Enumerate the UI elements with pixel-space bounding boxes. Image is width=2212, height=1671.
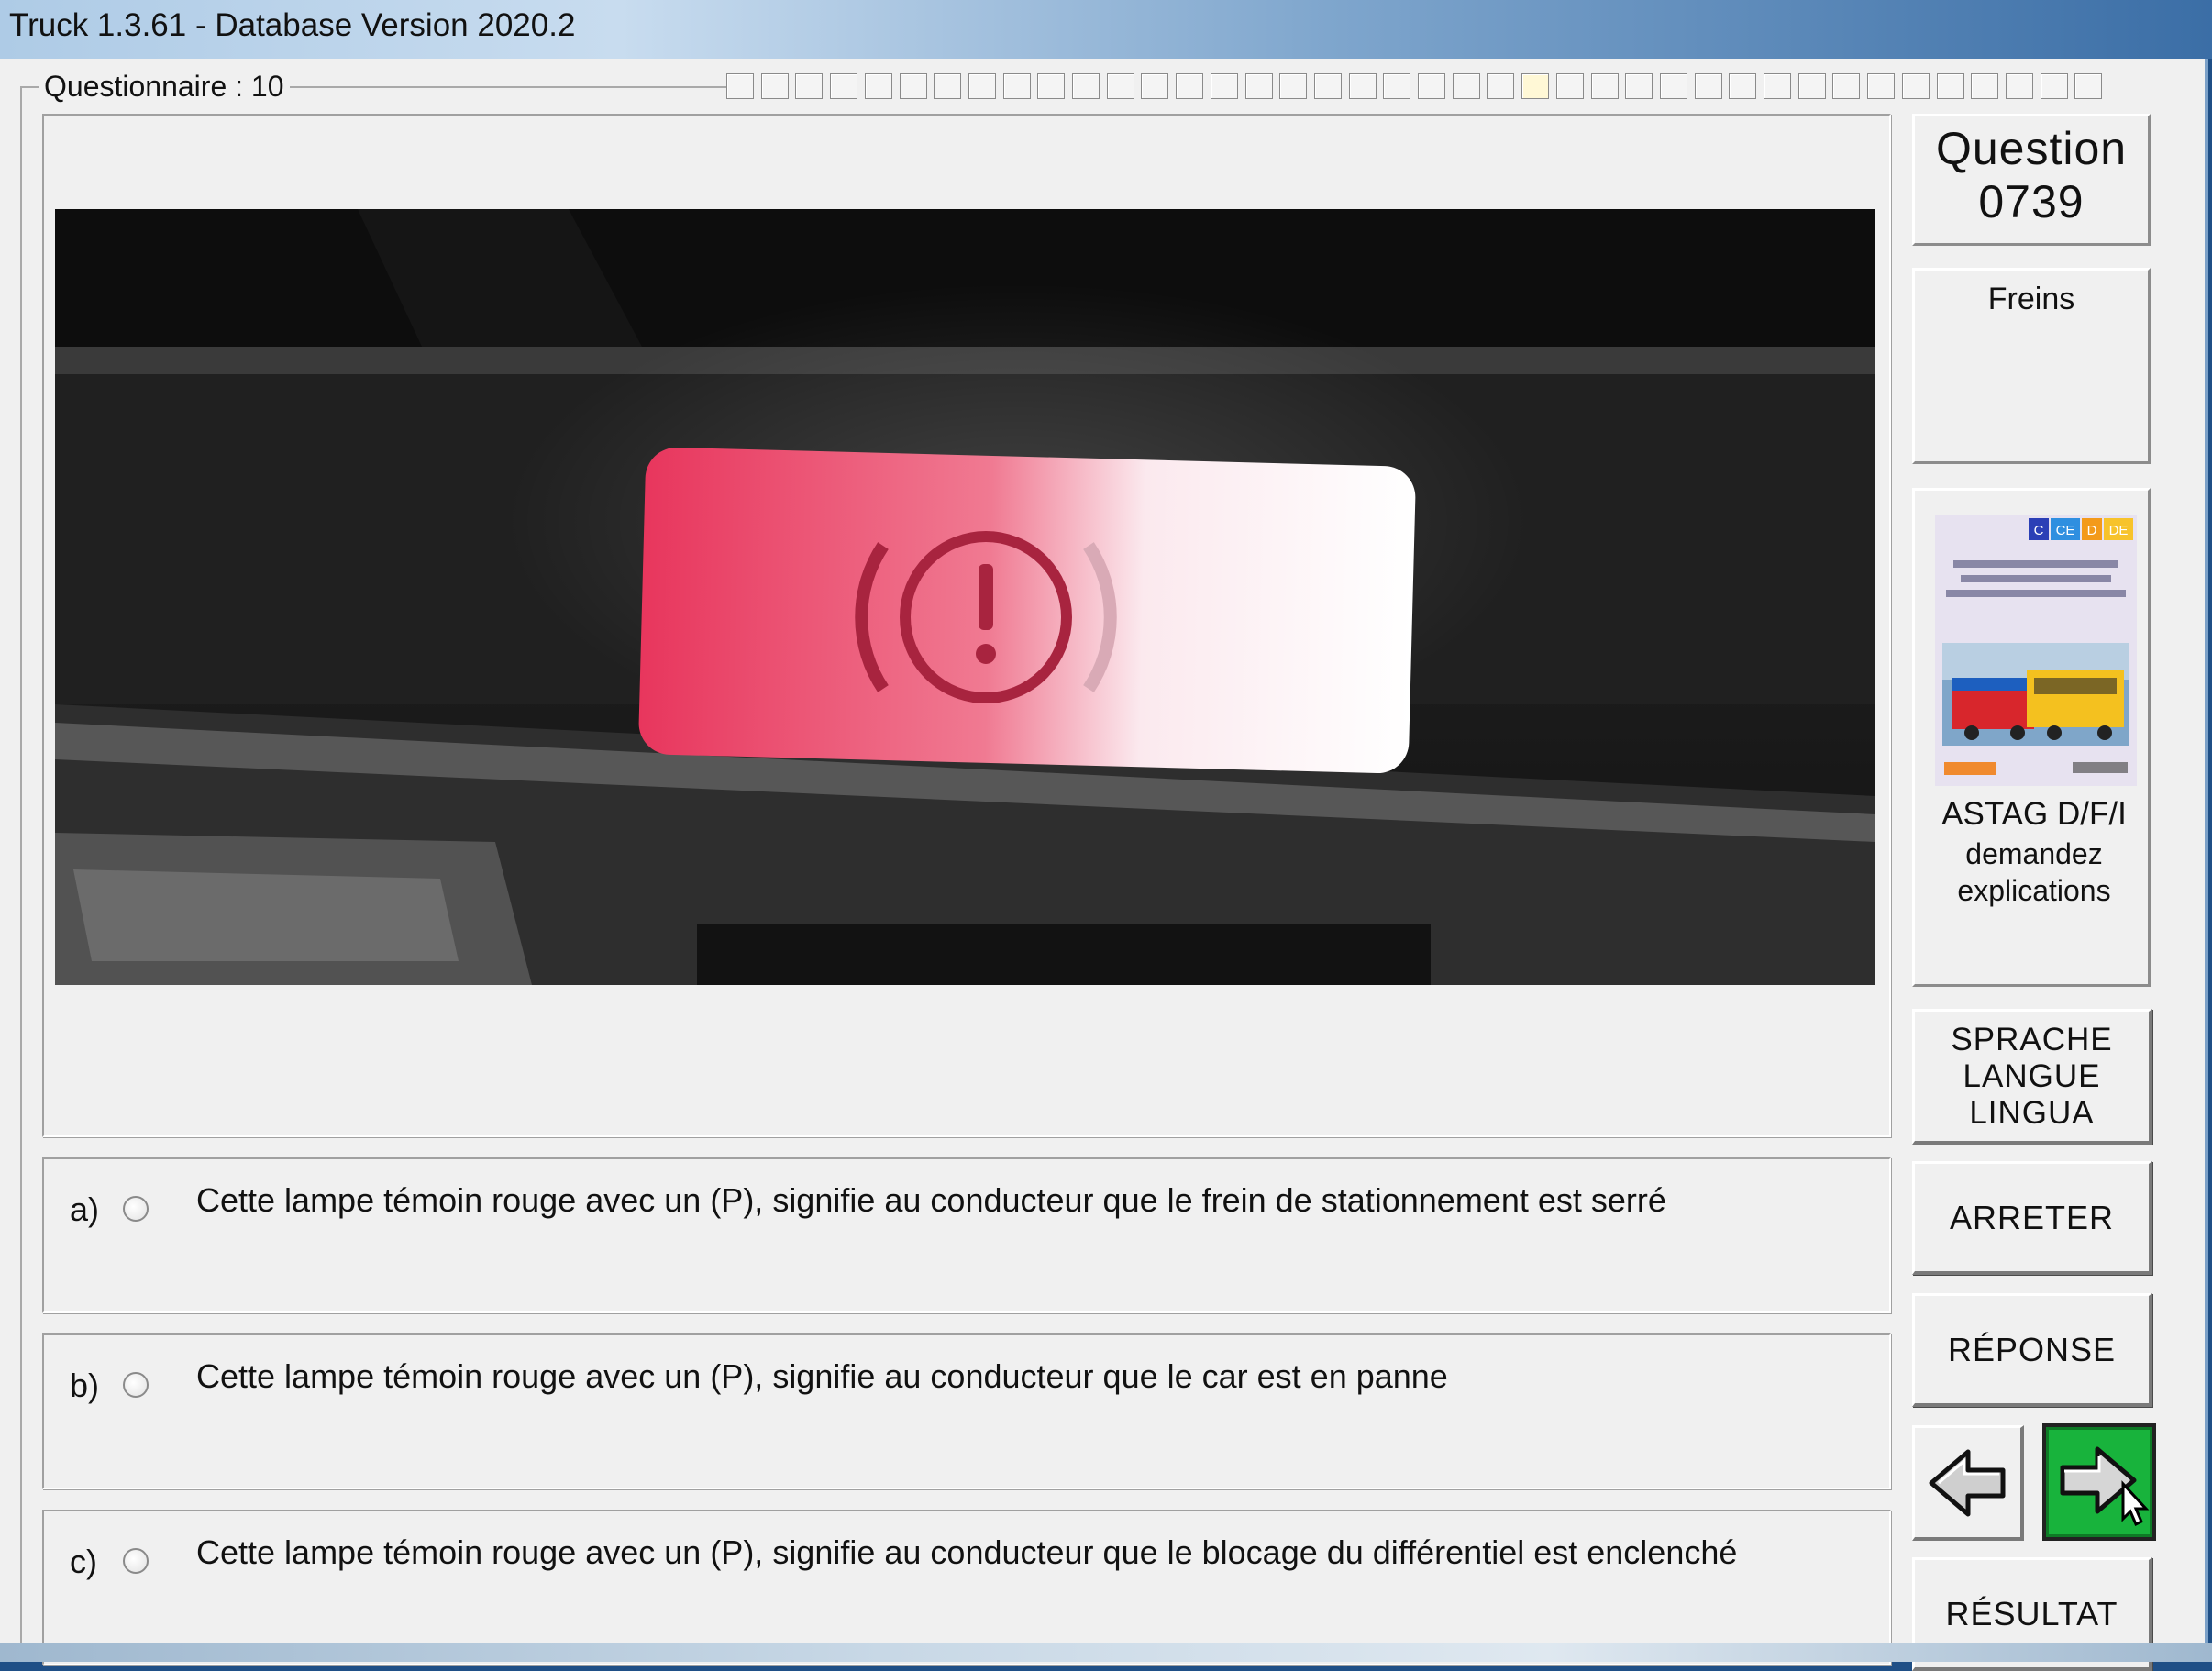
answer-letter: a) xyxy=(70,1190,100,1228)
book-badge-text: DE xyxy=(2109,523,2129,538)
answer-letter: b) xyxy=(70,1367,100,1404)
book-badge-text: CE xyxy=(2056,523,2075,538)
book-explanation-panel[interactable]: C CE D DE ASTAG D/F/I demandez explicati… xyxy=(1912,488,2151,987)
answer-option-b[interactable]: b) Cette lampe témoin rouge avec un (P),… xyxy=(42,1333,1891,1489)
progress-segment xyxy=(934,73,961,99)
question-progress-bar xyxy=(726,73,2109,101)
progress-segment xyxy=(1003,73,1031,99)
progress-segment xyxy=(1245,73,1273,99)
progress-segment xyxy=(761,73,789,99)
answer-text: Cette lampe témoin rouge avec un (P), si… xyxy=(196,1357,1448,1395)
question-number: 0739 xyxy=(1978,176,2085,227)
arrow-right-icon xyxy=(2060,1446,2150,1527)
question-label: Question xyxy=(1935,123,2128,174)
progress-segment xyxy=(1971,73,1998,99)
progress-segment xyxy=(968,73,996,99)
progress-segment xyxy=(1314,73,1342,99)
progress-segment xyxy=(830,73,857,99)
progress-segment xyxy=(1937,73,1964,99)
group-border-left xyxy=(20,86,22,1645)
progress-segment xyxy=(1695,73,1722,99)
book-subtitle-line1: demandez xyxy=(1965,837,2103,870)
brake-warning-lamp-image xyxy=(55,209,1875,985)
progress-segment xyxy=(726,73,754,99)
next-button[interactable] xyxy=(2042,1423,2156,1541)
progress-segment xyxy=(1660,73,1687,99)
progress-segment xyxy=(1521,73,1549,99)
mouse-cursor-icon xyxy=(2121,1480,2150,1527)
book-subtitle-line2: explications xyxy=(1957,874,2111,907)
progress-segment xyxy=(2074,73,2102,99)
question-category-box: Freins xyxy=(1912,268,2151,464)
language-label-it: LINGUA xyxy=(1969,1094,2095,1131)
progress-segment xyxy=(1764,73,1791,99)
answer-b-radio[interactable] xyxy=(123,1372,149,1398)
question-category: Freins xyxy=(1987,282,2075,316)
progress-segment xyxy=(1211,73,1238,99)
progress-segment xyxy=(2041,73,2068,99)
progress-segment xyxy=(865,73,892,99)
progress-segment xyxy=(1176,73,1203,99)
previous-button[interactable] xyxy=(1912,1425,2024,1541)
progress-segment xyxy=(900,73,927,99)
progress-segment xyxy=(1867,73,1895,99)
progress-segment xyxy=(1625,73,1653,99)
progress-segment xyxy=(1107,73,1134,99)
progress-segment xyxy=(1349,73,1377,99)
taskbar-strip xyxy=(0,1643,2212,1662)
progress-segment xyxy=(1729,73,1756,99)
progress-segment xyxy=(1279,73,1307,99)
progress-segment xyxy=(1556,73,1584,99)
language-button[interactable]: SPRACHE LANGUE LINGUA xyxy=(1912,1009,2152,1145)
progress-segment xyxy=(1383,73,1410,99)
questionnaire-label: Questionnaire : 10 xyxy=(39,70,290,104)
answer-option-c[interactable]: c) Cette lampe témoin rouge avec un (P),… xyxy=(42,1510,1891,1665)
progress-segment xyxy=(1141,73,1168,99)
book-cover-image: C CE D DE xyxy=(1935,515,2137,786)
title-bar: Truck 1.3.61 - Database Version 2020.2 xyxy=(0,0,2212,59)
progress-segment xyxy=(1037,73,1065,99)
answer-letter: c) xyxy=(70,1543,97,1580)
progress-segment xyxy=(1591,73,1619,99)
progress-segment xyxy=(1902,73,1930,99)
book-badge-text: C xyxy=(2034,523,2044,538)
answer-a-radio[interactable] xyxy=(123,1196,149,1222)
answer-option-a[interactable]: a) Cette lampe témoin rouge avec un (P),… xyxy=(42,1157,1891,1313)
progress-segment xyxy=(2006,73,2033,99)
progress-segment xyxy=(795,73,823,99)
question-number-box: Question 0739 xyxy=(1912,114,2151,246)
stop-button[interactable]: ARRETER xyxy=(1912,1161,2152,1275)
language-label-fr: LANGUE xyxy=(1963,1057,2101,1094)
answer-text: Cette lampe témoin rouge avec un (P), si… xyxy=(196,1181,1666,1219)
progress-segment xyxy=(1832,73,1860,99)
progress-segment xyxy=(1487,73,1514,99)
progress-segment xyxy=(1453,73,1480,99)
progress-segment xyxy=(1072,73,1100,99)
answer-c-radio[interactable] xyxy=(123,1548,149,1574)
book-title: ASTAG D/F/I xyxy=(1941,796,2127,832)
answer-button[interactable]: RÉPONSE xyxy=(1912,1293,2152,1407)
progress-segment xyxy=(1418,73,1445,99)
arrow-left-icon xyxy=(1929,1449,2006,1517)
main-window: Questionnaire : 10 a) Cette lampe témoin… xyxy=(0,59,2208,1671)
progress-segment xyxy=(1798,73,1826,99)
language-label-de: SPRACHE xyxy=(1951,1021,2113,1057)
answer-text: Cette lampe témoin rouge avec un (P), si… xyxy=(196,1533,1738,1571)
book-badge-text: D xyxy=(2087,523,2097,538)
window-title: Truck 1.3.61 - Database Version 2020.2 xyxy=(9,7,576,43)
